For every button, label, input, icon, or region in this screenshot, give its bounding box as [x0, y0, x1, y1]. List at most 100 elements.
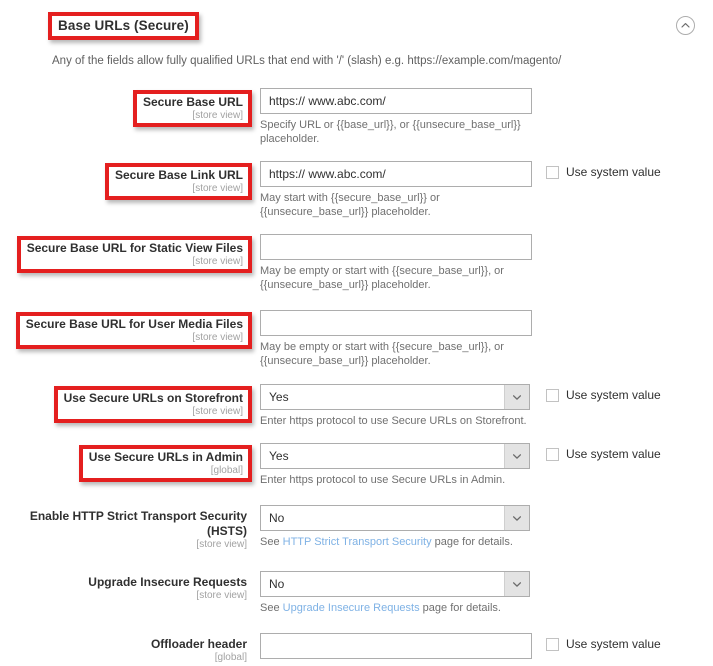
- field-row-use-secure-urls-in-admin: Use Secure URLs in Admin [global] Yes Enter…: [0, 437, 713, 487]
- enable-http-strict-transport-security-hsts-select[interactable]: No: [260, 505, 530, 531]
- field-row-use-secure-urls-on-storefront: Use Secure URLs on Storefront [store view…: [0, 378, 713, 428]
- field-label: Upgrade Insecure Requests: [88, 575, 247, 589]
- field-row-enable-http-strict-transport-security-hsts: Enable HTTP Strict Transport Security (H…: [0, 499, 713, 553]
- label-column: Secure Base URL for User Media Files [sto…: [0, 304, 260, 349]
- chevron-down-icon[interactable]: [504, 506, 529, 530]
- chevron-up-circle-icon[interactable]: [676, 16, 695, 35]
- use-secure-urls-on-storefront-select[interactable]: Yes: [260, 384, 530, 410]
- field-scope: [store view]: [192, 110, 243, 121]
- highlighted-label-box: Use Secure URLs on Storefront [store view…: [53, 386, 252, 423]
- highlighted-label-box: Secure Base URL for User Media Files [sto…: [15, 312, 252, 349]
- field-scope: [store view]: [196, 539, 247, 550]
- chevron-down-icon[interactable]: [504, 385, 529, 409]
- note-text: See: [260, 536, 283, 548]
- control-column: No See HTTP Strict Transport Security pag…: [260, 499, 532, 549]
- field-label: Enable HTTP Strict Transport Security (H…: [29, 509, 247, 538]
- label-column: Offloader header [global]: [0, 627, 260, 666]
- note-text: See: [260, 602, 283, 614]
- field-label: Secure Base URL: [142, 95, 243, 109]
- note-text: page for details.: [419, 602, 501, 614]
- use-system-value-label: Use system value: [566, 165, 661, 179]
- note-text: page for details.: [431, 536, 513, 548]
- use-system-value-checkbox[interactable]: [546, 638, 559, 651]
- select-value: No: [260, 571, 530, 597]
- control-column: No See Upgrade Insecure Requests page for…: [260, 565, 532, 615]
- use-system-value-label: Use system value: [566, 447, 661, 461]
- secure-base-url-input[interactable]: [260, 88, 532, 114]
- label-box: Upgrade Insecure Requests [store view]: [82, 573, 252, 604]
- offloader-header-input[interactable]: [260, 633, 532, 659]
- field-note: See Upgrade Insecure Requests page for d…: [260, 601, 536, 615]
- field-row-offloader-header: Offloader header [global] Use system value: [0, 627, 713, 666]
- section-header: Base URLs (Secure): [0, 0, 713, 46]
- label-column: Secure Base Link URL [store view]: [0, 155, 260, 200]
- label-column: Secure Base URL [store view]: [0, 82, 260, 127]
- field-note: Specify URL or {{base_url}}, or {{unsecu…: [260, 119, 521, 145]
- secure-base-url-for-static-view-files-input[interactable]: [260, 234, 532, 260]
- field-label: Use Secure URLs on Storefront: [63, 391, 243, 405]
- use-system-value-label: Use system value: [566, 388, 661, 402]
- field-scope: [store view]: [192, 183, 243, 194]
- control-column: May start with {{secure_base_url}} or {{…: [260, 155, 532, 219]
- select-value: Yes: [260, 384, 530, 410]
- control-column: [260, 627, 532, 659]
- highlighted-label-box: Secure Base URL [store view]: [132, 90, 252, 127]
- label-column: Use Secure URLs in Admin [global]: [0, 437, 260, 482]
- control-column: May be empty or start with {{secure_base…: [260, 304, 532, 368]
- control-column: Specify URL or {{base_url}}, or {{unsecu…: [260, 82, 532, 146]
- field-label: Offloader header: [150, 637, 247, 651]
- field-label: Secure Base URL for User Media Files: [25, 317, 243, 331]
- page-title: Base URLs (Secure): [48, 12, 199, 40]
- highlighted-label-box: Secure Base URL for Static View Files [st…: [16, 236, 252, 273]
- upgrade-insecure-requests-select[interactable]: No: [260, 571, 530, 597]
- label-column: Use Secure URLs on Storefront [store view…: [0, 378, 260, 423]
- use-system-value-checkbox[interactable]: [546, 166, 559, 179]
- field-scope: [store view]: [192, 406, 243, 417]
- field-label: Secure Base Link URL: [114, 168, 243, 182]
- label-column: Enable HTTP Strict Transport Security (H…: [0, 499, 260, 553]
- use-system-value-label: Use system value: [566, 637, 661, 651]
- use-secure-urls-in-admin-select[interactable]: Yes: [260, 443, 530, 469]
- field-row-secure-base-url: Secure Base URL[store view] Specify URL o…: [0, 82, 713, 146]
- section-intro-note: Any of the fields allow fully qualified …: [52, 55, 562, 67]
- select-value: No: [260, 505, 530, 531]
- field-note: Enter https protocol to use Secure URLs …: [260, 415, 527, 427]
- field-row-secure-base-link-url: Secure Base Link URL[store view] May star…: [0, 155, 713, 219]
- field-scope: [global]: [214, 652, 247, 663]
- note-link[interactable]: HTTP Strict Transport Security: [283, 536, 432, 548]
- use-system-value-checkbox[interactable]: [546, 448, 559, 461]
- label-box: Offloader header [global]: [145, 635, 252, 666]
- use-system-value-group[interactable]: Use system value: [532, 627, 661, 651]
- control-column: Yes Enter https protocol to use Secure UR…: [260, 378, 532, 428]
- highlighted-label-box: Use Secure URLs in Admin [global]: [78, 445, 252, 482]
- label-column: Secure Base URL for Static View Files [st…: [0, 228, 260, 273]
- chevron-down-icon[interactable]: [504, 444, 529, 468]
- secure-base-link-url-input[interactable]: [260, 161, 532, 187]
- field-note: May be empty or start with {{secure_base…: [260, 265, 504, 291]
- field-row-secure-base-url-for-user-media-files: Secure Base URL for User Media Files [sto…: [0, 304, 713, 368]
- chevron-down-icon[interactable]: [504, 572, 529, 596]
- field-note: Enter https protocol to use Secure URLs …: [260, 474, 506, 486]
- use-system-value-checkbox[interactable]: [546, 389, 559, 402]
- control-column: Yes Enter https protocol to use Secure UR…: [260, 437, 532, 487]
- field-scope: [store view]: [192, 256, 243, 267]
- field-note: May start with {{secure_base_url}} or {{…: [260, 192, 440, 218]
- field-label: Secure Base URL for Static View Files: [26, 241, 243, 255]
- select-value: Yes: [260, 443, 530, 469]
- field-label: Use Secure URLs in Admin: [88, 450, 243, 464]
- use-system-value-group[interactable]: Use system value: [532, 437, 661, 461]
- highlighted-label-box: Secure Base Link URL [store view]: [104, 163, 252, 200]
- note-link[interactable]: Upgrade Insecure Requests: [283, 602, 420, 614]
- use-system-value-group[interactable]: Use system value: [532, 155, 661, 179]
- section-title-wrapper: Base URLs (Secure): [48, 12, 199, 40]
- field-row-secure-base-url-for-static-view-files: Secure Base URL for Static View Files [st…: [0, 228, 713, 292]
- use-system-value-group[interactable]: Use system value: [532, 378, 661, 402]
- control-column: May be empty or start with {{secure_base…: [260, 228, 532, 292]
- field-scope: [store view]: [196, 590, 247, 601]
- label-box: Enable HTTP Strict Transport Security (H…: [0, 507, 252, 553]
- field-scope: [store view]: [192, 332, 243, 343]
- field-note: See HTTP Strict Transport Security page …: [260, 535, 536, 549]
- field-row-upgrade-insecure-requests: Upgrade Insecure Requests [store view] No S…: [0, 565, 713, 615]
- field-scope: [global]: [210, 465, 243, 476]
- secure-base-url-for-user-media-files-input[interactable]: [260, 310, 532, 336]
